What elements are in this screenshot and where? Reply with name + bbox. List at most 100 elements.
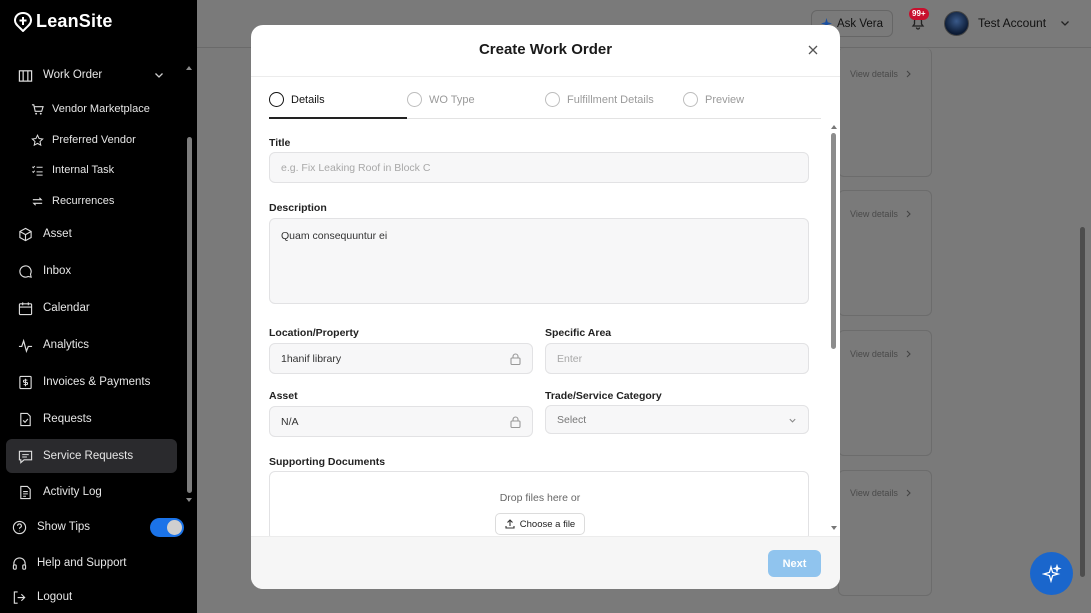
toggle-knob	[167, 520, 182, 535]
sidebar-item-label: Calendar	[43, 302, 90, 314]
avatar[interactable]	[944, 11, 969, 36]
ask-vera-label: Ask Vera	[836, 17, 884, 30]
sidebar-item-logout[interactable]: Logout	[12, 587, 72, 607]
show-tips-toggle[interactable]	[150, 518, 184, 537]
title-label: Title	[269, 137, 291, 149]
modal-title: Create Work Order	[478, 41, 613, 58]
sidebar-item-label: Inbox	[43, 265, 72, 277]
supporting-documents-label: Supporting Documents	[269, 456, 386, 468]
stepper: Details WO Type Fulfillment Details Prev…	[269, 92, 821, 119]
sidebar-item-work-order[interactable]: Work Order	[18, 65, 102, 85]
headphones-icon	[12, 556, 27, 570]
sidebar-item-label: Recurrences	[52, 195, 115, 207]
step-fulfillment-details[interactable]: Fulfillment Details	[545, 92, 654, 107]
logo-text: LeanSite	[36, 11, 113, 31]
drop-text: Drop files here or	[499, 492, 581, 504]
activity-icon	[18, 338, 33, 353]
chat-bubble-icon	[19, 264, 32, 278]
chevron-right-icon	[906, 350, 911, 358]
repeat-icon	[32, 196, 43, 206]
chevron-right-icon	[906, 489, 911, 497]
calendar-icon	[18, 301, 33, 315]
sidebar-item-label: Vendor Marketplace	[52, 103, 150, 115]
document-check-icon	[20, 412, 31, 426]
lock-icon	[510, 352, 521, 365]
sidebar-item-calendar[interactable]: Calendar	[18, 298, 90, 318]
sidebar-item-preferred-vendor[interactable]: Preferred Vendor	[31, 130, 136, 150]
page-scroll-thumb[interactable]	[1080, 227, 1085, 577]
scroll-up-arrow-icon[interactable]	[831, 125, 837, 129]
sidebar-item-help-support[interactable]: Help and Support	[12, 553, 127, 573]
account-name[interactable]: Test Account	[978, 16, 1046, 30]
sidebar-item-label: Requests	[43, 413, 92, 425]
sidebar-item-label: Activity Log	[43, 486, 102, 498]
star-icon	[31, 133, 44, 146]
title-input[interactable]: e.g. Fix Leaking Roof in Block C	[269, 152, 809, 183]
modal-scroll-thumb[interactable]	[831, 133, 836, 349]
cube-icon	[19, 227, 32, 241]
next-button[interactable]: Next	[768, 550, 821, 577]
scroll-down-arrow-icon[interactable]	[186, 498, 192, 502]
description-textarea[interactable]: Quam consequuntur ei	[269, 218, 809, 304]
scroll-up-arrow-icon[interactable]	[186, 66, 192, 70]
sidebar-item-invoices-payments[interactable]: Invoices & Payments	[18, 372, 150, 392]
choose-file-label: Choose a file	[519, 518, 576, 530]
step-label: Details	[291, 93, 325, 106]
specific-area-label: Specific Area	[545, 327, 612, 339]
description-label: Description	[269, 202, 327, 214]
sidebar-item-recurrences[interactable]: Recurrences	[31, 191, 114, 211]
chevron-right-icon	[906, 210, 911, 218]
sidebar-item-inbox[interactable]: Inbox	[18, 261, 71, 281]
step-label: Preview	[705, 93, 745, 106]
sidebar: LeanSite Work Order Vendor Marketplace P…	[0, 0, 197, 613]
logout-icon	[13, 590, 26, 604]
sidebar-item-analytics[interactable]: Analytics	[18, 335, 89, 355]
step-circle-icon	[683, 92, 698, 107]
choose-file-button[interactable]: Choose a file	[495, 513, 585, 535]
step-details[interactable]: Details	[269, 92, 325, 107]
notification-badge: 99+	[909, 8, 929, 20]
background-card	[838, 48, 932, 177]
specific-area-input[interactable]: Enter	[545, 343, 809, 374]
message-square-icon	[18, 450, 33, 464]
active-step-indicator	[269, 117, 407, 119]
dollar-invoice-icon	[19, 375, 32, 389]
ai-assistant-button[interactable]	[1030, 552, 1073, 595]
lock-icon	[510, 415, 521, 428]
step-circle-icon	[545, 92, 560, 107]
show-tips-row: Show Tips	[12, 517, 90, 537]
sidebar-scroll-thumb[interactable]	[187, 137, 192, 493]
building-icon	[18, 69, 33, 82]
sidebar-item-internal-task[interactable]: Internal Task	[31, 160, 114, 180]
location-field: 1hanif library	[269, 343, 533, 374]
file-dropzone[interactable]: Drop files here or Choose a file	[269, 471, 809, 541]
chevron-down-icon[interactable]	[154, 70, 164, 80]
create-work-order-modal: Create Work Order Details WO Type Fulfil…	[251, 25, 840, 589]
sidebar-item-activity-log[interactable]: Activity Log	[18, 482, 102, 502]
leansite-logo-icon	[14, 11, 32, 32]
sidebar-item-requests[interactable]: Requests	[18, 409, 92, 429]
step-label: Fulfillment Details	[567, 93, 654, 106]
logo[interactable]: LeanSite	[14, 11, 113, 32]
view-details-link[interactable]: View details	[850, 488, 898, 498]
sidebar-item-service-requests[interactable]: Service Requests	[18, 446, 133, 466]
view-details-link[interactable]: View details	[850, 69, 898, 79]
trade-category-label: Trade/Service Category	[545, 390, 662, 402]
step-preview[interactable]: Preview	[683, 92, 744, 107]
sidebar-item-label: Internal Task	[52, 164, 115, 176]
step-wo-type[interactable]: WO Type	[407, 92, 475, 107]
asset-label: Asset	[269, 390, 298, 402]
view-details-link[interactable]: View details	[850, 209, 898, 219]
scroll-down-arrow-icon[interactable]	[831, 526, 837, 530]
close-icon[interactable]	[807, 44, 819, 56]
sparkles-icon	[1041, 563, 1062, 583]
trade-category-select[interactable]: Select	[545, 405, 809, 434]
modal-footer: Next	[251, 536, 840, 589]
sidebar-item-asset[interactable]: Asset	[18, 224, 72, 244]
view-details-link[interactable]: View details	[850, 349, 898, 359]
sidebar-item-label: Work Order	[43, 69, 103, 81]
sidebar-item-label: Help and Support	[37, 557, 127, 569]
chevron-down-icon[interactable]	[1060, 18, 1070, 28]
sidebar-item-vendor-marketplace[interactable]: Vendor Marketplace	[31, 99, 150, 119]
step-circle-icon	[407, 92, 422, 107]
